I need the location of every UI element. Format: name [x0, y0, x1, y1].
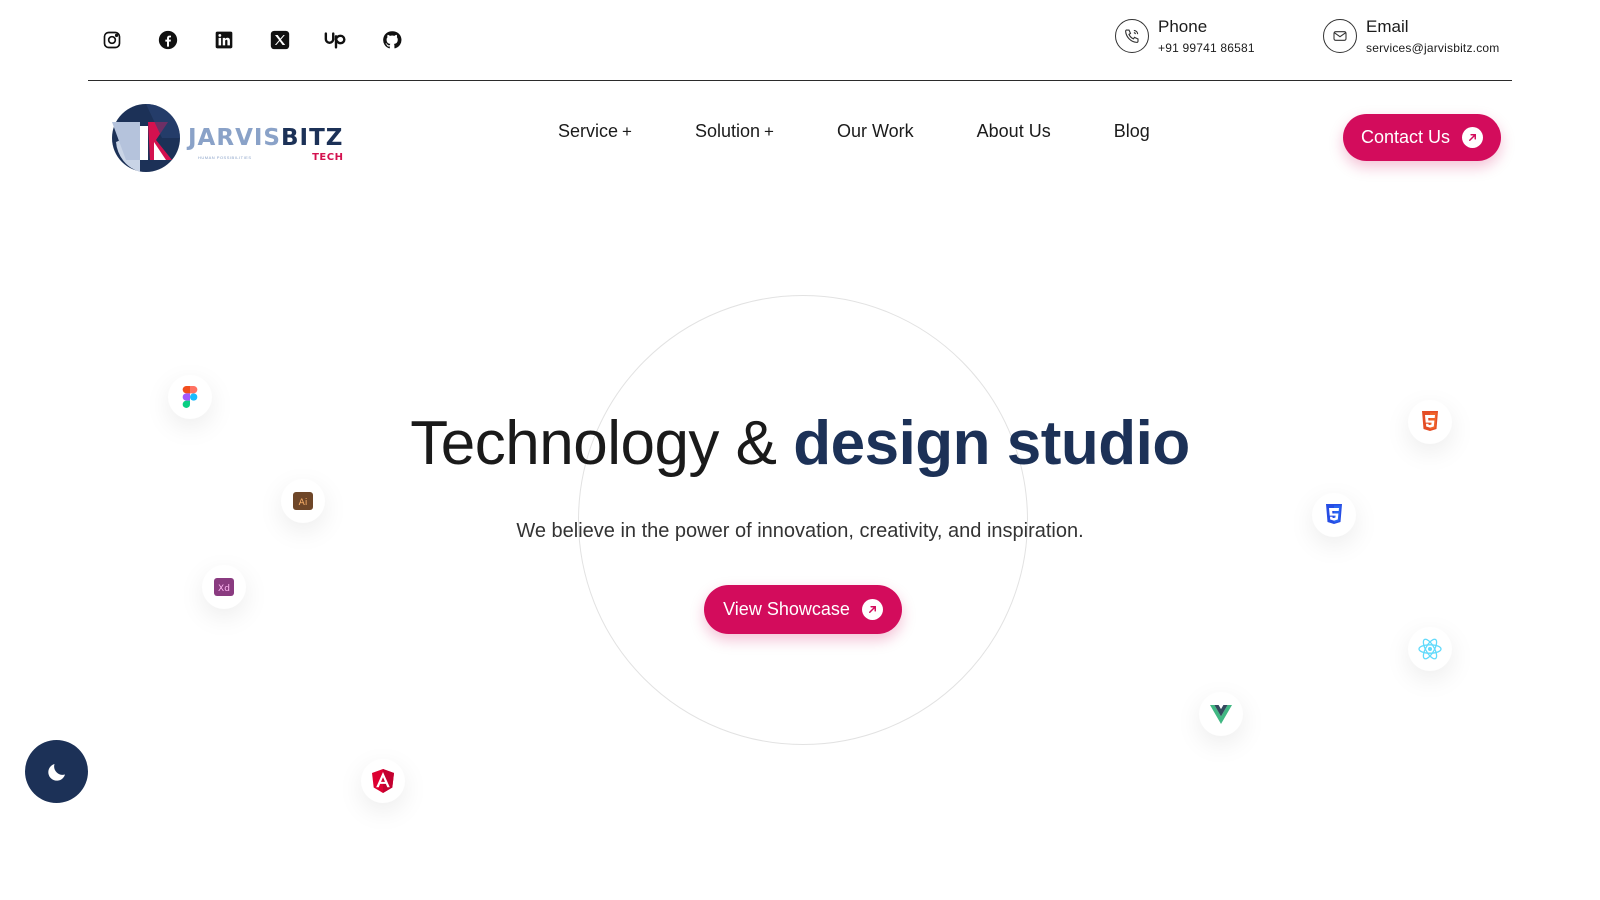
mail-icon: [1323, 19, 1357, 53]
social-links: [100, 28, 404, 52]
view-showcase-button[interactable]: View Showcase: [704, 585, 902, 634]
brand-logo[interactable]: JARVISBITZ HUMAN POSSIBILITIES TECH: [110, 100, 350, 176]
github-icon[interactable]: [380, 28, 404, 52]
css3-icon: [1312, 493, 1356, 537]
arrow-up-right-icon: [1462, 127, 1484, 148]
contact-us-label: Contact Us: [1360, 127, 1451, 147]
main-nav: Service + Solution + Our Work About Us B…: [558, 121, 1150, 142]
nav-service-label: Service: [558, 121, 619, 141]
nav-solution-label: Solution: [694, 121, 761, 141]
instagram-icon[interactable]: [100, 28, 124, 52]
logo-text-tech: TECH: [312, 152, 344, 163]
top-bar: Phone +91 99741 86581 Email services@jar…: [88, 0, 1512, 81]
x-twitter-icon[interactable]: [268, 28, 292, 52]
nav-service[interactable]: Service +: [558, 121, 632, 142]
nav-blog[interactable]: Blog: [1114, 121, 1150, 142]
plus-icon: +: [622, 122, 632, 141]
nav-our-work[interactable]: Our Work: [837, 121, 914, 142]
angular-icon: [361, 759, 405, 803]
nav-blog-label: Blog: [1113, 121, 1150, 141]
email-label: Email: [1366, 17, 1409, 36]
nav-our-work-label: Our Work: [836, 121, 914, 141]
nav-about-us-label: About Us: [976, 121, 1051, 141]
logo-tagline: HUMAN POSSIBILITIES: [198, 155, 252, 160]
adobe-xd-icon: Xd: [202, 565, 246, 609]
phone-icon: [1115, 19, 1149, 53]
illustrator-icon: Ai: [281, 479, 325, 523]
email-address[interactable]: services@jarvisbitz.com: [1366, 41, 1499, 55]
phone-info[interactable]: Phone +91 99741 86581: [1115, 16, 1255, 55]
phone-label: Phone: [1158, 17, 1208, 36]
logo-text-bitz: BITZ: [281, 125, 344, 151]
html5-icon: [1408, 400, 1452, 444]
hero-subtitle: We believe in the power of innovation, c…: [516, 520, 1084, 542]
hero-title: Technology & design studio: [0, 408, 1600, 480]
plus-icon: +: [764, 122, 774, 141]
arrow-up-right-icon: [861, 599, 883, 620]
nav-about-us[interactable]: About Us: [977, 121, 1051, 142]
vue-icon: [1199, 692, 1243, 736]
logo-wordmark: JARVISBITZ HUMAN POSSIBILITIES TECH: [188, 125, 344, 163]
moon-icon: [47, 763, 65, 781]
react-icon: [1408, 627, 1452, 671]
logo-mark-icon: [112, 104, 180, 172]
nav-solution[interactable]: Solution +: [695, 121, 774, 142]
dark-mode-toggle[interactable]: [25, 740, 88, 803]
contact-us-button[interactable]: Contact Us: [1343, 114, 1501, 161]
facebook-icon[interactable]: [156, 28, 180, 52]
illustrator-icon-text: Ai: [299, 498, 308, 508]
linkedin-icon[interactable]: [212, 28, 236, 52]
adobe-xd-icon-text: Xd: [218, 584, 230, 594]
phone-number[interactable]: +91 99741 86581: [1158, 41, 1255, 55]
hero-title-accent: design studio: [793, 409, 1190, 478]
hero-title-plain: Technology &: [410, 409, 794, 478]
upwork-icon[interactable]: [324, 28, 348, 52]
view-showcase-label: View Showcase: [723, 599, 850, 619]
logo-text-jarvis: JARVIS: [188, 125, 281, 151]
figma-icon: [168, 375, 212, 419]
email-info[interactable]: Email services@jarvisbitz.com: [1323, 16, 1499, 55]
